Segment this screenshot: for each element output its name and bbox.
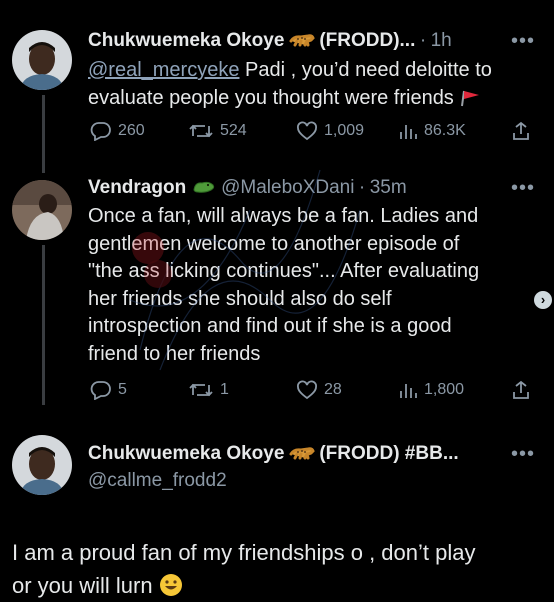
avatar-vendragon[interactable] — [12, 180, 72, 240]
tweet1-more-icon[interactable]: ••• — [511, 30, 535, 53]
tweet3-text-line1: I am a proud fan of my friendships o , d… — [12, 540, 476, 565]
tweet1-name-suffix: (FRODD)... — [319, 30, 416, 51]
red-flag-emoji-icon — [459, 87, 481, 109]
leopard-emoji-icon — [289, 33, 319, 50]
share-icon — [513, 380, 529, 399]
reply-icon — [90, 381, 111, 400]
tweet2-retweet-count: 1 — [220, 381, 229, 398]
tweet2-retweet-button[interactable]: 1 — [188, 380, 229, 400]
avatar-photo-icon — [12, 180, 72, 240]
share-icon — [513, 121, 529, 140]
tweet2-views-button[interactable]: 1,800 — [398, 380, 464, 400]
reply-icon — [90, 122, 111, 141]
grinning-face-emoji-icon — [159, 573, 183, 598]
views-chart-icon — [400, 125, 417, 139]
leopard-emoji-icon — [289, 446, 319, 463]
tweet1-like-button[interactable]: 1,009 — [296, 121, 364, 141]
heart-icon — [297, 121, 317, 141]
tweet1-share-button[interactable] — [511, 121, 531, 141]
thread-connector-line-2 — [42, 245, 45, 405]
tweet1-retweet-button[interactable]: 524 — [188, 121, 247, 141]
tweet1-reply-count: 260 — [118, 122, 145, 139]
avatar-chukwuemeka-2[interactable] — [12, 435, 72, 495]
tweet1-views-button[interactable]: 86.3K — [398, 121, 466, 141]
tweet2-like-count: 28 — [324, 381, 342, 398]
heart-icon — [297, 380, 317, 400]
tweet1-separator: · — [419, 30, 427, 51]
tweet1-like-count: 1,009 — [324, 122, 365, 139]
retweet-icon — [189, 383, 213, 397]
tweet1-text-line2: evaluate people you thought were friends — [88, 86, 454, 109]
tweet3-header: Chukwuemeka Okoye (FRODD) #BB... — [88, 443, 459, 465]
tweet3-name-suffix: (FRODD) #BB... — [319, 443, 459, 464]
tweet1-mention-link[interactable]: @real_mercyeke — [88, 59, 239, 81]
views-chart-icon — [400, 384, 417, 398]
tweet1-retweet-count: 524 — [220, 122, 247, 139]
avatar-chukwuemeka-1[interactable] — [12, 30, 72, 90]
avatar-photo-icon — [12, 435, 72, 495]
avatar-photo-icon — [12, 30, 72, 90]
tweet2-like-button[interactable]: 28 — [296, 380, 342, 400]
scribble-watermark — [129, 169, 361, 371]
tweet2-more-icon[interactable]: ••• — [511, 177, 535, 200]
tweet1-display-name[interactable]: Chukwuemeka Okoye — [88, 30, 284, 51]
tweet3-more-icon[interactable]: ••• — [511, 443, 535, 466]
tweet1-reply-button[interactable]: 260 — [90, 121, 145, 141]
tweet1-header: Chukwuemeka Okoye (FRODD)... · 1h — [88, 30, 452, 52]
tweet2-views-count: 1,800 — [424, 381, 465, 398]
tweet1-timestamp[interactable]: 1h — [431, 30, 452, 51]
tweet3-text-line2: or you will lurn — [12, 573, 153, 598]
tweet2-share-button[interactable] — [511, 380, 531, 400]
retweet-icon — [189, 124, 213, 138]
tweet1-views-count: 86.3K — [424, 122, 466, 139]
tweet2-reply-count: 5 — [118, 381, 127, 398]
tweet3-display-name[interactable]: Chukwuemeka Okoye — [88, 443, 284, 464]
tweet1-text: @real_mercyeke Padi , you’d need deloitt… — [88, 57, 538, 112]
thread-connector-line — [42, 95, 45, 173]
scroll-right-chevron-icon[interactable]: › — [534, 291, 552, 309]
tweet1-text-line1: Padi , you’d need deloitte to — [245, 59, 492, 81]
tweet3-handle[interactable]: @callme_frodd2 — [88, 470, 227, 492]
tweet3-text: I am a proud fan of my friendships o , d… — [12, 536, 547, 602]
tweet2-reply-button[interactable]: 5 — [90, 380, 127, 400]
